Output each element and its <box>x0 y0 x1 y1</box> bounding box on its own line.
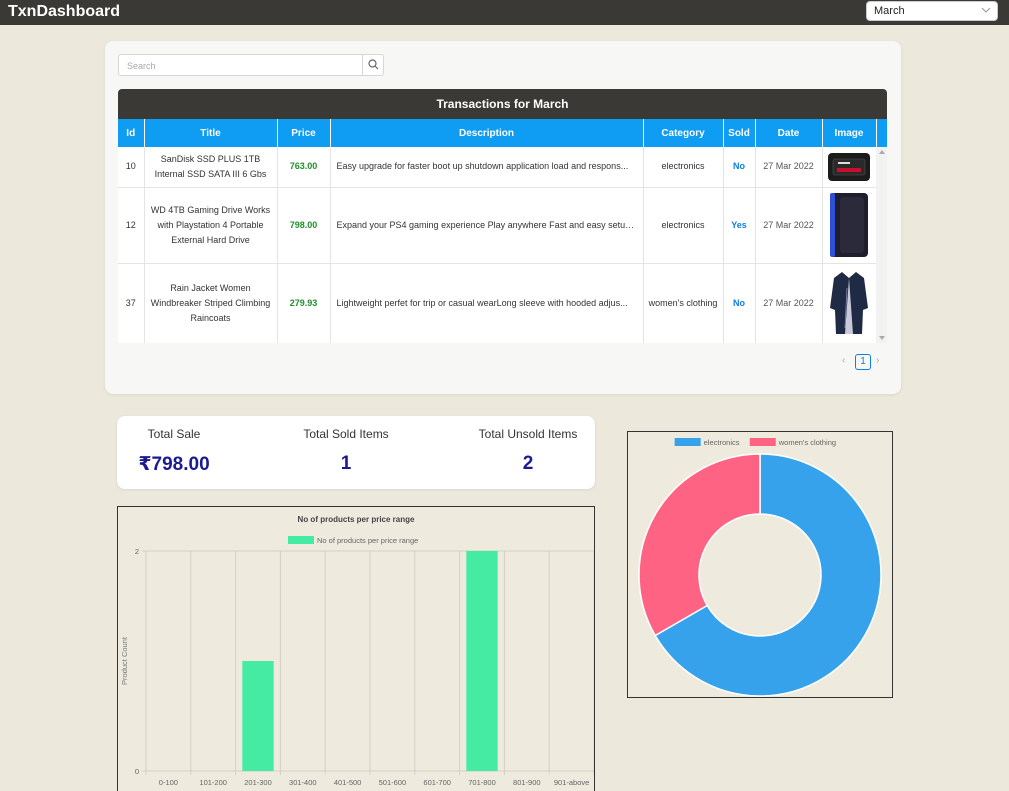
col-header-price[interactable]: Price <box>277 119 331 147</box>
cell-image <box>822 147 877 188</box>
pie-chart-svg: electronics women's clothing <box>638 438 882 697</box>
total-sale-value: ₹798.00 <box>138 454 210 475</box>
table-scrollbar[interactable] <box>876 147 887 343</box>
x-tick-label: 301-400 <box>289 778 317 787</box>
x-tick-label: 201-300 <box>244 778 272 787</box>
prev-page-button[interactable]: ‹ <box>842 355 845 366</box>
col-header-title[interactable]: Title <box>144 119 278 147</box>
x-tick-label: 601-700 <box>423 778 451 787</box>
x-tick-label: 901-above <box>554 778 589 787</box>
price-range-bar-chart: No of products per price range No of pro… <box>117 506 595 791</box>
cell-sold: Yes <box>723 187 756 264</box>
bar-chart-title: No of products per price range <box>298 515 415 524</box>
cell-date: 27 Mar 2022 <box>755 263 823 343</box>
col-header-sold[interactable]: Sold <box>723 119 756 147</box>
cell-image <box>822 263 877 343</box>
total-sale-label: Total Sale <box>147 427 201 441</box>
bar-701-800[interactable] <box>466 551 498 771</box>
month-select[interactable]: March <box>866 1 998 21</box>
search-input[interactable]: Search <box>127 61 156 71</box>
bar-legend-label[interactable]: No of products per price range <box>317 536 418 545</box>
table-header-row: Id Title Price Description Category Sold… <box>118 119 887 147</box>
cell-title: SanDisk SSD PLUS 1TB Internal SSD SATA I… <box>144 147 278 188</box>
pie-legend-swatch <box>749 438 776 446</box>
total-unsold-label: Total Unsold Items <box>478 427 578 441</box>
cell-description: Easy upgrade for faster boot up shutdown… <box>330 147 644 188</box>
category-pie-chart: electronics women's clothing <box>627 431 893 698</box>
stats-card: Total Sale ₹798.00 Total Sold Items 1 To… <box>117 416 595 489</box>
cell-date: 27 Mar 2022 <box>755 147 823 188</box>
table-row[interactable]: 37 Rain Jacket Women Windbreaker Striped… <box>118 263 887 343</box>
search-button[interactable] <box>362 55 383 75</box>
jacket-image <box>828 268 870 338</box>
table-title: Transactions for March <box>118 89 887 119</box>
total-sale-stat: Total Sale ₹798.00 <box>94 427 254 476</box>
search-box[interactable]: Search <box>118 54 384 76</box>
next-page-button[interactable]: › <box>876 355 879 366</box>
cell-price: 763.00 <box>277 147 331 188</box>
col-header-image[interactable]: Image <box>822 119 877 147</box>
cell-id: 37 <box>118 263 145 343</box>
bar-ticks: 0 2 0-100 101-200 201-300 301-400 401-500 501-6… <box>135 547 589 787</box>
cell-category: women's clothing <box>643 263 724 343</box>
cell-date: 27 Mar 2022 <box>755 187 823 264</box>
scroll-up-icon[interactable] <box>879 150 885 154</box>
bar-chart-svg: No of products per price range No of pro… <box>120 515 595 787</box>
total-unsold-stat: Total Unsold Items 2 <box>448 427 608 475</box>
hard-drive-image <box>830 193 868 257</box>
x-tick-label: 101-200 <box>199 778 227 787</box>
cell-id: 10 <box>118 147 145 188</box>
x-tick-label: 401-500 <box>334 778 362 787</box>
bar-201-300[interactable] <box>242 661 274 771</box>
cell-price: 798.00 <box>277 187 331 264</box>
cell-price: 279.93 <box>277 263 331 343</box>
col-header-category[interactable]: Category <box>643 119 724 147</box>
cell-sold: No <box>723 263 756 343</box>
total-sold-label: Total Sold Items <box>303 427 389 441</box>
x-tick-label: 0-100 <box>159 778 178 787</box>
top-navbar: TxnDashboard March <box>0 0 1009 25</box>
bar-grid <box>142 550 595 775</box>
bar-legend-swatch <box>288 536 314 544</box>
total-unsold-value: 2 <box>522 453 534 474</box>
pie-legend-label[interactable]: electronics <box>704 438 740 447</box>
col-header-date[interactable]: Date <box>755 119 823 147</box>
ssd-image <box>828 152 870 181</box>
total-sold-value: 1 <box>340 453 352 474</box>
search-icon <box>368 59 379 70</box>
transactions-table: Id Title Price Description Category Sold… <box>118 119 887 343</box>
transactions-panel: Search Transactions for March Id Title P… <box>105 41 901 394</box>
x-tick-label: 701-800 <box>468 778 496 787</box>
x-tick-label: 501-600 <box>379 778 407 787</box>
app-brand[interactable]: TxnDashboard <box>8 3 120 21</box>
pie-legend-label[interactable]: women's clothing <box>778 438 836 447</box>
chevron-down-icon <box>981 7 991 13</box>
col-header-id[interactable]: Id <box>118 119 145 147</box>
cell-image <box>822 187 877 264</box>
cell-title: WD 4TB Gaming Drive Works with Playstati… <box>144 187 278 264</box>
y-tick-label: 2 <box>135 547 139 556</box>
cell-description: Lightweight perfet for trip or casual we… <box>330 263 644 343</box>
cell-title: Rain Jacket Women Windbreaker Striped Cl… <box>144 263 278 343</box>
page-number-button[interactable]: 1 <box>855 354 871 370</box>
cell-category: electronics <box>643 147 724 188</box>
pie-legend: electronics women's clothing <box>674 438 836 447</box>
total-sold-stat: Total Sold Items 1 <box>266 427 426 475</box>
table-row[interactable]: 10 SanDisk SSD PLUS 1TB Internal SSD SAT… <box>118 147 887 188</box>
scroll-down-icon[interactable] <box>879 336 885 340</box>
month-select-value: March <box>874 5 905 17</box>
cell-sold: No <box>723 147 756 188</box>
col-header-description[interactable]: Description <box>330 119 644 147</box>
cell-id: 12 <box>118 187 145 264</box>
cell-category: electronics <box>643 187 724 264</box>
pie-marks <box>638 453 882 697</box>
y-axis-label: Product Count <box>120 636 129 685</box>
cell-description: Expand your PS4 gaming experience Play a… <box>330 187 644 264</box>
pie-slice-women-s-clothing[interactable] <box>638 453 761 637</box>
y-tick-label: 0 <box>135 767 139 776</box>
x-tick-label: 801-900 <box>513 778 541 787</box>
table-row[interactable]: 12 WD 4TB Gaming Drive Works with Playst… <box>118 187 887 264</box>
col-header-scroll <box>876 119 887 147</box>
pie-legend-swatch <box>674 438 701 446</box>
